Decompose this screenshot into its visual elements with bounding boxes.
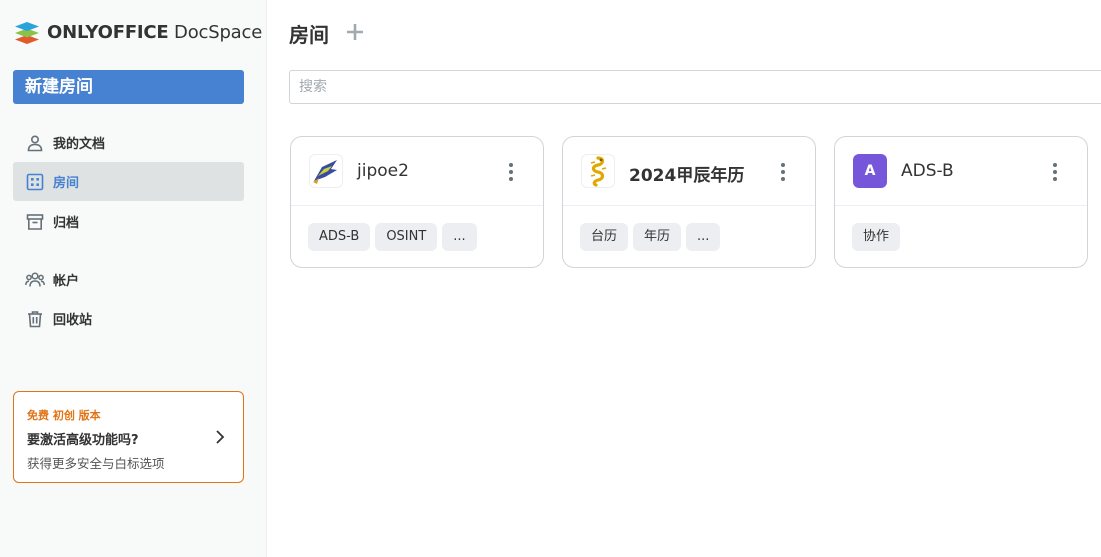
dragon-logo-icon [590, 156, 607, 187]
new-room-button[interactable]: 新建房间 [13, 70, 244, 104]
plus-icon [347, 24, 363, 40]
room-title[interactable]: 2024甲辰年历 [629, 161, 744, 186]
room-card[interactable]: A ADS-B 协作 [834, 136, 1088, 268]
sidebar-item-label: 我的文档 [53, 137, 106, 152]
sidebar-item-label: 帐户 [53, 274, 80, 289]
room-tags: 台历 年历 ... [580, 223, 721, 251]
sidebar-item-label: 房间 [53, 176, 80, 191]
add-room-button[interactable] [344, 19, 366, 45]
tag[interactable]: 台历 [580, 223, 629, 251]
sidebar-item-label: 归档 [53, 216, 80, 231]
tag-more[interactable]: ... [442, 223, 477, 251]
room-title[interactable]: jipoe2 [357, 161, 409, 181]
room-card-header: jipoe2 [291, 137, 543, 206]
chevron-right-icon [215, 429, 225, 449]
upgrade-banner[interactable]: 免费 初创 版本 要激活高级功能吗? 获得更多安全与白标选项 [13, 391, 244, 483]
sidebar-item-trash[interactable]: 回收站 [13, 299, 244, 338]
plan-badge: 免费 初创 版本 [27, 409, 101, 422]
room-title[interactable]: ADS-B [901, 161, 954, 181]
vertical-dots-icon[interactable] [1045, 161, 1065, 183]
room-card[interactable]: jipoe2 ADS-B OSINT ... [290, 136, 544, 268]
sidebar: ONLYOFFICE DocSpace 新建房间 我的文档 房间 归档 帐户 回… [0, 0, 267, 557]
tag[interactable]: 协作 [852, 223, 901, 251]
archive-icon [25, 212, 45, 232]
sidebar-item-rooms[interactable]: 房间 [13, 162, 244, 201]
brand-name: ONLYOFFICE DocSpace [47, 21, 263, 43]
sidebar-item-archive[interactable]: 归档 [13, 202, 244, 241]
upgrade-title: 要激活高级功能吗? [27, 433, 139, 448]
room-card-header: 2024甲辰年历 [563, 137, 815, 206]
room-card-header: A ADS-B [835, 137, 1087, 206]
user-icon [25, 133, 45, 153]
tag[interactable]: OSINT [375, 223, 438, 251]
bird-logo-icon [313, 160, 337, 184]
tag-more[interactable]: ... [686, 223, 721, 251]
upgrade-subtitle: 获得更多安全与白标选项 [27, 456, 165, 471]
page-title: 房间 [289, 23, 329, 47]
room-tags: 协作 [852, 223, 901, 251]
tag[interactable]: ADS-B [308, 223, 371, 251]
sidebar-item-label: 回收站 [53, 313, 93, 328]
brand-logo[interactable]: ONLYOFFICE DocSpace [13, 17, 262, 47]
room-avatar-letter: A [853, 154, 887, 188]
room-tags: ADS-B OSINT ... [308, 223, 477, 251]
onlyoffice-logo-icon [15, 22, 39, 44]
people-icon [25, 270, 45, 290]
tag[interactable]: 年历 [633, 223, 682, 251]
trash-icon [25, 309, 45, 329]
sidebar-item-my-documents[interactable]: 我的文档 [13, 123, 244, 162]
search-input[interactable] [289, 70, 1101, 104]
sidebar-item-accounts[interactable]: 帐户 [13, 260, 244, 299]
room-logo-image [581, 154, 615, 188]
vertical-dots-icon[interactable] [773, 161, 793, 183]
room-card[interactable]: 2024甲辰年历 台历 年历 ... [562, 136, 816, 268]
rooms-grid-icon [25, 172, 45, 192]
vertical-dots-icon[interactable] [501, 161, 521, 183]
room-logo-image [309, 154, 343, 188]
